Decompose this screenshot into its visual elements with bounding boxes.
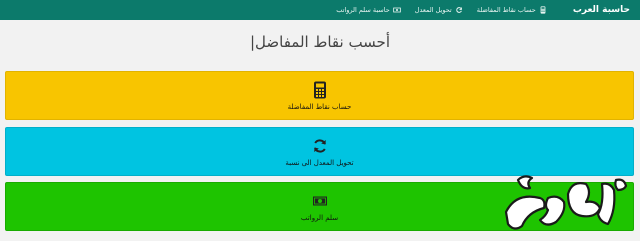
- card-points-calculator[interactable]: حساب نقاط المفاضلة: [5, 71, 634, 120]
- calculator-icon: [539, 6, 547, 14]
- nav-link-label: حساب نقاط المفاضلة: [476, 6, 536, 14]
- ruya-logo-watermark: [498, 172, 634, 236]
- page-title: أحسب نقاط المفاضل|: [249, 33, 390, 51]
- nav-link-salary[interactable]: حاسبة سلم الرواتب: [336, 6, 401, 14]
- money-icon: [392, 6, 401, 14]
- nav-link-points[interactable]: حساب نقاط المفاضلة: [477, 6, 547, 14]
- refresh-icon: [312, 137, 328, 155]
- nav-link-label: حاسبة سلم الرواتب: [336, 6, 390, 14]
- top-navbar: حاسبة العرب حساب نقاط المفاضلة تحويل الم…: [0, 0, 640, 20]
- nav-link-label: تحويل المعدل: [414, 6, 452, 14]
- money-icon: [312, 192, 328, 210]
- calculator-icon: [312, 81, 328, 99]
- nav-links: حساب نقاط المفاضلة تحويل المعدل حاسبة سل…: [336, 6, 547, 14]
- refresh-icon: [455, 6, 463, 14]
- nav-link-gpa[interactable]: تحويل المعدل: [415, 6, 463, 14]
- card-label: سلم الرواتب: [300, 213, 339, 222]
- brand-title[interactable]: حاسبة العرب: [573, 5, 630, 15]
- card-label: تحويل المعدل الى نسبة: [285, 158, 354, 167]
- card-gpa-converter[interactable]: تحويل المعدل الى نسبة: [5, 127, 634, 176]
- card-label: حساب نقاط المفاضلة: [287, 102, 352, 111]
